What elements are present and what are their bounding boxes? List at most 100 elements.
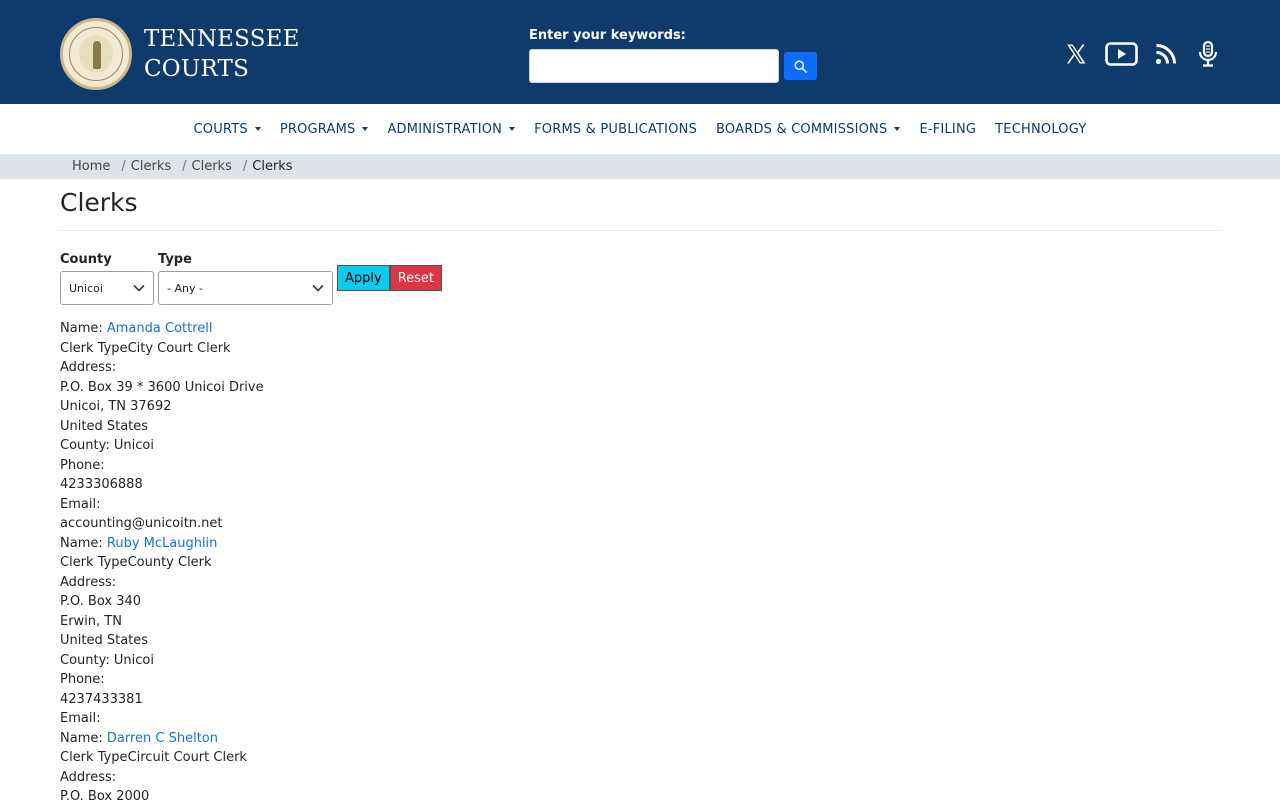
- address-line-1: P.O. Box 2000: [60, 789, 150, 804]
- clerk-name-row: Name: Ruby McLaughlin: [60, 534, 660, 554]
- breadcrumb: Home / Clerks / Clerks / Clerks: [0, 154, 1280, 179]
- nav-item-forms-publications[interactable]: FORMS & PUBLICATIONS: [525, 122, 707, 137]
- nav-item-e-filing[interactable]: E-FILING: [910, 122, 986, 137]
- clerk-entry: Name: Amanda Cottrell Clerk TypeCity Cou…: [60, 319, 660, 534]
- brand-line-2: COURTS: [144, 56, 250, 82]
- reset-button[interactable]: Reset: [389, 265, 443, 291]
- main-nav: COURTS PROGRAMS ADMINISTRATION FORMS & P…: [0, 104, 1280, 154]
- email-label: Email:: [60, 496, 101, 512]
- email-label: Email:: [60, 711, 101, 726]
- nav-item-technology[interactable]: TECHNOLOGY: [986, 122, 1096, 137]
- phone-label: Phone:: [60, 672, 105, 687]
- search-icon: [794, 59, 807, 73]
- caret-down-icon: [254, 127, 261, 131]
- county-value: Unicoi: [113, 652, 154, 668]
- x-twitter-icon[interactable]: [1062, 40, 1090, 68]
- search-submit-button[interactable]: [784, 52, 817, 80]
- address-label: Address:: [60, 769, 117, 785]
- address-country: United States: [60, 418, 149, 434]
- clerk-type-label: Clerk Type: [60, 340, 128, 356]
- clerk-name-link[interactable]: Darren C Shelton: [107, 731, 218, 746]
- email-value: accounting@unicoitn.net: [60, 516, 223, 531]
- address-country: United States: [60, 633, 149, 648]
- county-filter-label: County: [60, 252, 112, 267]
- site-search: Enter your keywords:: [529, 28, 817, 83]
- clerk-type-label: Clerk Type: [60, 750, 128, 765]
- nav-item-administration[interactable]: ADMINISTRATION: [378, 122, 525, 137]
- type-select-value: - Any -: [167, 281, 203, 295]
- nav-item-label: COURTS: [193, 121, 248, 137]
- address-line-1: P.O. Box 340: [60, 594, 142, 609]
- county-select-value: Unicoi: [69, 281, 103, 295]
- type-filter-label: Type: [158, 252, 192, 267]
- address-line-2: Erwin, TN: [60, 613, 122, 629]
- county-label: County:: [60, 438, 114, 453]
- name-label: Name:: [60, 321, 107, 336]
- breadcrumb-current: Clerks: [252, 159, 293, 174]
- breadcrumb-separator: /: [182, 159, 187, 174]
- caret-down-icon: [362, 127, 369, 131]
- clerk-entry: Name: Ruby McLaughlin Clerk TypeCounty C…: [60, 534, 660, 729]
- phone-value: 4233306888: [60, 477, 143, 492]
- nav-item-label: E-FILING: [919, 121, 977, 137]
- name-label: Name:: [60, 730, 107, 746]
- county-filter: County Unicoi: [60, 252, 154, 305]
- page-title: Clerks: [60, 188, 138, 217]
- county-select[interactable]: Unicoi: [60, 271, 154, 305]
- clerk-type-row: Clerk TypeCounty Clerk: [60, 553, 660, 573]
- address-label: Address:: [60, 574, 117, 590]
- brand-line-1: TENNESSEE: [144, 26, 300, 52]
- breadcrumb-clerks-2[interactable]: Clerks: [192, 159, 232, 174]
- phone-value: 4237433381: [60, 691, 143, 707]
- chevron-down-icon: [133, 284, 145, 292]
- search-label: Enter your keywords:: [529, 28, 686, 43]
- youtube-icon[interactable]: [1104, 40, 1138, 68]
- rss-icon[interactable]: [1152, 40, 1180, 68]
- clerk-type-row: Clerk TypeCity Court Clerk: [60, 339, 660, 359]
- clerk-name-link[interactable]: Ruby McLaughlin: [107, 536, 218, 551]
- social-links: [1062, 40, 1222, 68]
- nav-item-label: FORMS & PUBLICATIONS: [534, 121, 698, 137]
- site-brand-text: TENNESSEE COURTS: [144, 24, 300, 84]
- breadcrumb-separator: /: [242, 159, 248, 174]
- clerk-name-row: Name: Darren C Shelton: [60, 729, 660, 749]
- clerk-type-label: Clerk Type: [60, 555, 128, 570]
- nav-item-label: ADMINISTRATION: [387, 121, 503, 137]
- type-select[interactable]: - Any -: [158, 271, 333, 305]
- nav-item-label: PROGRAMS: [279, 121, 356, 137]
- county-label: County:: [60, 652, 114, 668]
- title-divider: [60, 230, 1220, 231]
- address-line-1: P.O. Box 39 * 3600 Unicoi Drive: [60, 379, 264, 395]
- address-label: Address:: [60, 360, 117, 375]
- nav-item-courts[interactable]: COURTS: [184, 122, 270, 137]
- clerk-name-row: Name: Amanda Cottrell: [60, 319, 660, 339]
- clerk-type-value: City Court Clerk: [127, 340, 231, 356]
- nav-item-label: BOARDS & COMMISSIONS: [716, 121, 888, 137]
- county-row: County: Unicoi: [60, 651, 660, 671]
- breadcrumb-clerks[interactable]: Clerks: [131, 159, 171, 174]
- clerk-type-row: Clerk TypeCircuit Court Clerk: [60, 748, 660, 768]
- clerk-entry: Name: Darren C Shelton Clerk TypeCircuit…: [60, 729, 660, 807]
- breadcrumb-home[interactable]: Home: [72, 159, 110, 174]
- podcast-microphone-icon[interactable]: [1194, 40, 1222, 68]
- search-input[interactable]: [529, 49, 779, 83]
- name-label: Name:: [60, 535, 107, 551]
- caret-down-icon: [509, 127, 516, 131]
- type-filter: Type - Any -: [158, 252, 333, 305]
- nav-item-boards-commissions[interactable]: BOARDS & COMMISSIONS: [707, 122, 910, 137]
- phone-label: Phone:: [60, 457, 105, 473]
- caret-down-icon: [894, 127, 901, 131]
- tennessee-judiciary-seal-logo: [60, 18, 132, 90]
- clerk-type-value: County Clerk: [127, 555, 212, 570]
- clerk-filter-form: County Unicoi Type - Any - Apply Reset: [60, 252, 443, 305]
- clerk-name-link[interactable]: Amanda Cottrell: [107, 321, 213, 336]
- site-header: TENNESSEE COURTS Enter your keywords:: [0, 0, 1280, 104]
- nav-item-label: TECHNOLOGY: [995, 121, 1087, 137]
- site-logo-link[interactable]: TENNESSEE COURTS: [60, 17, 300, 91]
- breadcrumb-separator: /: [121, 159, 126, 174]
- clerk-type-value: Circuit Court Clerk: [127, 750, 247, 765]
- nav-item-programs[interactable]: PROGRAMS: [270, 122, 378, 137]
- apply-button[interactable]: Apply: [337, 265, 390, 291]
- county-value: Unicoi: [113, 438, 154, 453]
- clerk-results-list: Name: Amanda Cottrell Clerk TypeCity Cou…: [60, 319, 660, 807]
